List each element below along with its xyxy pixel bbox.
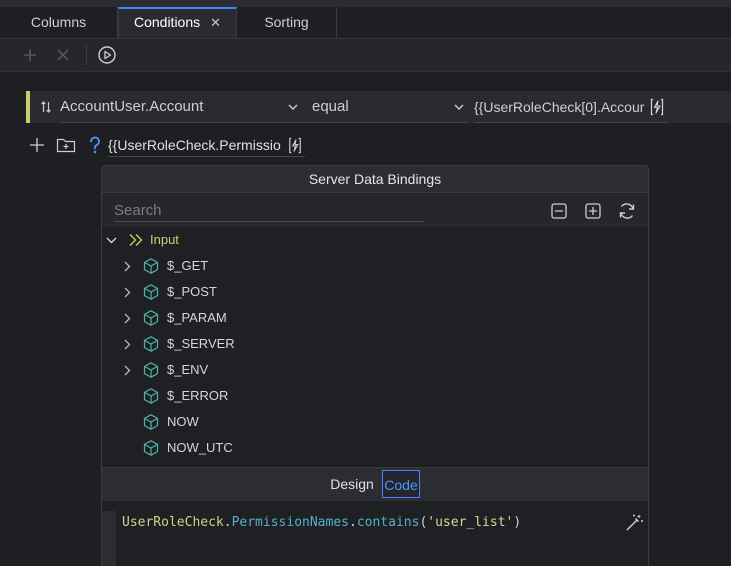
- top-strip: [0, 0, 731, 7]
- magic-wand-icon[interactable]: [624, 513, 644, 533]
- folder-plus-icon: [56, 138, 76, 153]
- tab-conditions-label: Conditions: [133, 14, 201, 30]
- collapse-all-button[interactable]: [547, 199, 571, 223]
- tree-node[interactable]: NOW_UTC: [102, 435, 648, 461]
- tree-node[interactable]: NOW: [102, 409, 648, 435]
- tree-node-label: $_GET: [167, 258, 209, 273]
- operator-select[interactable]: equal: [312, 91, 468, 123]
- tree-node-label: NOW_UTC: [167, 440, 233, 455]
- tree-node[interactable]: $_PARAM: [102, 305, 648, 331]
- chevron-down-icon: [452, 91, 466, 123]
- tree-node-input[interactable]: Input: [102, 227, 648, 253]
- tree-node-label: Input: [150, 232, 179, 247]
- code-token-method: contains: [356, 515, 420, 530]
- field-select-value: AccountUser.Account: [60, 98, 204, 115]
- server-data-bindings-panel: Server Data Bindings Input $_GET $_POST $_…: [101, 165, 649, 566]
- question-icon: [90, 136, 100, 154]
- lightning-binding-icon[interactable]: [286, 137, 304, 154]
- code-editor[interactable]: UserRoleCheck.PermissionNames.contains('…: [102, 501, 648, 566]
- tab-bar: Columns Conditions ✕ Sorting: [0, 7, 731, 39]
- plus-icon: [30, 138, 44, 152]
- double-chevron-right-icon: [129, 234, 143, 246]
- plus-square-icon: [585, 203, 601, 219]
- minus-square-icon: [551, 203, 567, 219]
- tab-sorting-label: Sorting: [264, 14, 309, 30]
- add-condition-button[interactable]: [14, 39, 46, 71]
- refresh-button[interactable]: [615, 199, 639, 223]
- tree-node-label: $_POST: [167, 284, 217, 299]
- design-mode-button[interactable]: Design: [328, 470, 376, 498]
- editor-gutter: [102, 511, 116, 566]
- code-token-string: 'user_list': [427, 515, 514, 530]
- chevron-down-icon: [286, 91, 300, 123]
- add-rule-button[interactable]: [28, 136, 46, 157]
- sort-arrows-icon: [41, 101, 51, 113]
- code-token-dot: .: [223, 515, 232, 530]
- remove-condition-button[interactable]: [47, 39, 79, 71]
- panel-title: Server Data Bindings: [102, 166, 648, 193]
- code-line: UserRoleCheck.PermissionNames.contains('…: [122, 515, 521, 530]
- condition-indicator: [26, 91, 30, 123]
- cube-icon: [142, 361, 160, 379]
- add-group-button[interactable]: [56, 136, 76, 157]
- operator-select-value: equal: [312, 98, 349, 115]
- code-token-property: PermissionNames: [231, 515, 349, 530]
- play-circle-icon: [98, 46, 116, 64]
- run-button[interactable]: [91, 39, 123, 71]
- binding-tree: Input $_GET $_POST $_PARAM $_SERVER $_ENV $_E…: [102, 227, 648, 467]
- chevron-right-icon[interactable]: [121, 305, 133, 331]
- tree-node[interactable]: $_GET: [102, 253, 648, 279]
- code-token-paren: ): [513, 515, 522, 530]
- tree-node-label: $_SERVER: [167, 336, 235, 351]
- tab-sorting[interactable]: Sorting: [237, 7, 337, 38]
- cube-icon: [142, 439, 160, 457]
- cube-icon: [142, 387, 160, 405]
- code-token-object: UserRoleCheck: [122, 515, 224, 530]
- tab-columns[interactable]: Columns: [0, 7, 118, 38]
- chevron-right-icon[interactable]: [121, 253, 133, 279]
- condition-row: AccountUser.Account equal {{UserRoleChec…: [26, 91, 731, 123]
- tree-node[interactable]: $_POST: [102, 279, 648, 305]
- lightning-binding-icon[interactable]: [648, 98, 666, 116]
- expression-input[interactable]: {{UserRoleCheck.Permissio: [108, 134, 305, 157]
- cube-icon: [142, 335, 160, 353]
- search-row: [102, 193, 648, 227]
- value-input[interactable]: {{UserRoleCheck[0].Accour: [474, 91, 668, 123]
- cube-icon: [142, 283, 160, 301]
- plus-icon: [24, 49, 36, 61]
- tree-node-label: $_ERROR: [167, 388, 229, 403]
- close-icon: [57, 49, 69, 61]
- tree-node[interactable]: $_SERVER: [102, 331, 648, 357]
- refresh-icon: [619, 203, 635, 219]
- code-token-dot: .: [348, 515, 357, 530]
- chevron-down-icon[interactable]: [105, 227, 117, 253]
- tab-columns-label: Columns: [30, 14, 87, 30]
- cube-icon: [142, 413, 160, 431]
- tree-node-label: $_ENV: [167, 362, 209, 377]
- tree-node[interactable]: $_ERROR: [102, 383, 648, 409]
- cube-icon: [142, 309, 160, 327]
- tab-conditions[interactable]: Conditions ✕: [118, 7, 237, 38]
- expand-all-button[interactable]: [581, 199, 605, 223]
- search-input[interactable]: [114, 199, 424, 222]
- chevron-right-icon[interactable]: [121, 357, 133, 383]
- tree-node-label: $_PARAM: [167, 310, 227, 325]
- chevron-right-icon[interactable]: [121, 279, 133, 305]
- cube-icon: [142, 257, 160, 275]
- code-mode-button[interactable]: Code: [382, 470, 420, 498]
- mode-bar: Design Code: [102, 467, 648, 501]
- tree-node[interactable]: $_ENV: [102, 357, 648, 383]
- expression-input-text: {{UserRoleCheck.Permissio: [108, 137, 281, 153]
- close-icon[interactable]: ✕: [210, 15, 221, 30]
- toolbar: [0, 39, 731, 72]
- toolbar-divider: [86, 45, 87, 65]
- value-input-text: {{UserRoleCheck[0].Accour: [474, 99, 645, 115]
- chevron-right-icon[interactable]: [121, 331, 133, 357]
- tree-node-label: NOW: [167, 414, 199, 429]
- help-button[interactable]: [86, 135, 104, 158]
